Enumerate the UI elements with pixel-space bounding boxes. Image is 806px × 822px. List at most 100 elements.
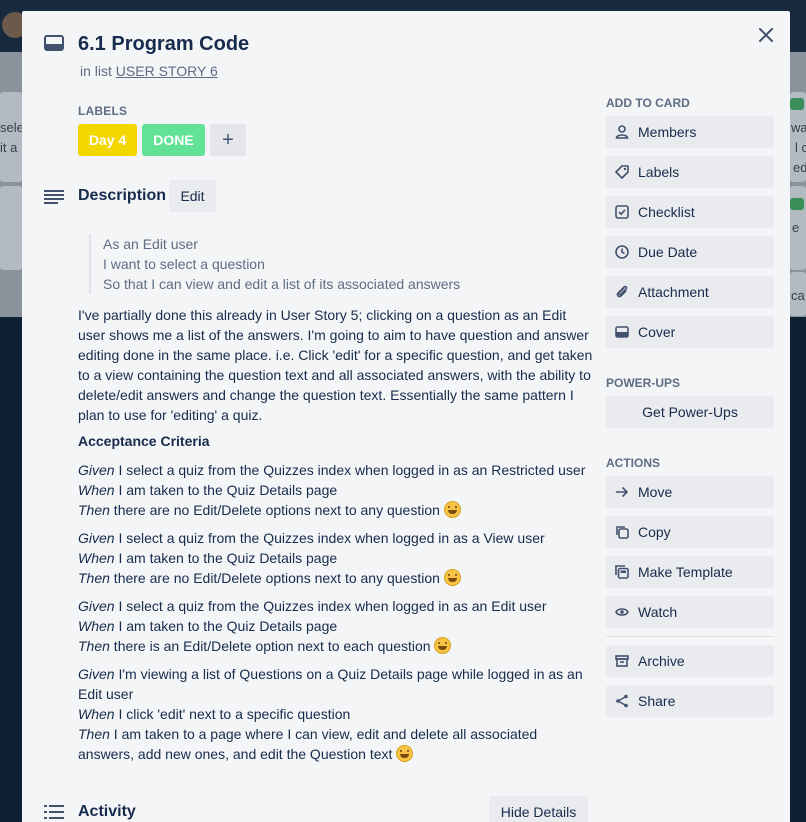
description-icon bbox=[44, 190, 64, 204]
background-text: wa bbox=[791, 120, 806, 135]
in-list-prefix: in list bbox=[80, 63, 112, 79]
when-text: I am taken to the Quiz Details page bbox=[114, 618, 338, 634]
card-icon bbox=[44, 35, 64, 51]
background-text: ca bbox=[791, 288, 805, 303]
label-day-4[interactable]: Day 4 bbox=[78, 124, 137, 156]
background-text: sele bbox=[0, 120, 24, 135]
list-reference: in list USER STORY 6 bbox=[80, 63, 218, 79]
description-heading: Description bbox=[78, 187, 167, 204]
copy-label: Copy bbox=[638, 524, 671, 540]
checklist-label: Checklist bbox=[638, 204, 695, 220]
edit-description-button[interactable]: Edit bbox=[169, 180, 216, 212]
template-icon bbox=[615, 565, 629, 579]
labels-button[interactable]: Labels bbox=[606, 156, 774, 188]
share-icon bbox=[616, 694, 628, 708]
attachment-button[interactable]: Attachment bbox=[606, 276, 774, 308]
card-title[interactable]: 6.1 Program Code bbox=[78, 33, 249, 56]
given-text: I select a quiz from the Quizzes index w… bbox=[114, 598, 547, 614]
criteria-block: Given I select a quiz from the Quizzes i… bbox=[78, 460, 594, 520]
cover-icon bbox=[615, 326, 629, 338]
close-button[interactable] bbox=[754, 23, 778, 47]
tag-icon bbox=[615, 165, 629, 179]
given-text: I select a quiz from the Quizzes index w… bbox=[114, 530, 545, 546]
background-card bbox=[0, 92, 22, 182]
move-button[interactable]: Move bbox=[606, 476, 774, 508]
activity-heading: Activity bbox=[78, 803, 136, 820]
given-text: I'm viewing a list of Questions on a Qui… bbox=[78, 666, 583, 702]
background-label bbox=[790, 98, 804, 110]
background-label bbox=[790, 198, 804, 210]
criteria-block: Given I select a quiz from the Quizzes i… bbox=[78, 596, 594, 656]
then-text: there is an Edit/Delete option next to e… bbox=[109, 638, 435, 654]
then-text: there are no Edit/Delete options next to… bbox=[109, 570, 444, 586]
grinning-emoji-icon bbox=[443, 501, 461, 518]
then-keyword: Then bbox=[78, 502, 110, 518]
when-text: I am taken to the Quiz Details page bbox=[114, 482, 338, 498]
checklist-icon bbox=[615, 205, 629, 219]
archive-label: Archive bbox=[638, 653, 685, 669]
cover-label: Cover bbox=[638, 324, 676, 340]
background-text: l c bbox=[795, 140, 806, 155]
copy-button[interactable]: Copy bbox=[606, 516, 774, 548]
activity-icon bbox=[44, 805, 64, 819]
due-date-label: Due Date bbox=[638, 244, 698, 260]
labels-heading: LABELS bbox=[78, 104, 128, 118]
arrow-right-icon bbox=[615, 487, 628, 497]
attachment-label: Attachment bbox=[638, 284, 709, 300]
then-keyword: Then bbox=[78, 570, 110, 586]
quote-line: I want to select a question bbox=[103, 256, 265, 272]
grinning-emoji-icon bbox=[396, 745, 414, 762]
label-done[interactable]: DONE bbox=[142, 124, 205, 156]
then-keyword: Then bbox=[78, 638, 110, 654]
watch-label: Watch bbox=[638, 604, 678, 620]
person-icon bbox=[615, 125, 629, 139]
cover-button[interactable]: Cover bbox=[606, 316, 774, 348]
add-label-button[interactable]: + bbox=[210, 124, 246, 156]
background-text: it a bbox=[0, 140, 18, 155]
actions-heading: ACTIONS bbox=[606, 456, 660, 470]
members-label: Members bbox=[638, 124, 697, 140]
background-text: ed bbox=[793, 160, 806, 175]
labels-label: Labels bbox=[638, 164, 680, 180]
list-name-link[interactable]: USER STORY 6 bbox=[116, 63, 218, 79]
description-body: I've partially done this already in User… bbox=[78, 307, 593, 423]
watch-button[interactable]: Watch bbox=[606, 596, 774, 628]
checklist-button[interactable]: Checklist bbox=[606, 196, 774, 228]
then-text: there are no Edit/Delete options next to… bbox=[109, 502, 444, 518]
background-card bbox=[0, 186, 22, 270]
make-template-label: Make Template bbox=[638, 564, 733, 580]
close-icon[interactable] bbox=[759, 28, 773, 42]
archive-icon bbox=[615, 655, 629, 667]
power-ups-heading: POWER-UPS bbox=[606, 376, 681, 390]
share-button[interactable]: Share bbox=[606, 685, 774, 717]
make-template-button[interactable]: Make Template bbox=[606, 556, 774, 588]
eye-icon bbox=[615, 608, 629, 616]
given-text: I select a quiz from the Quizzes index w… bbox=[114, 462, 586, 478]
copy-icon bbox=[616, 526, 629, 539]
card-detail-modal: 6.1 Program Code in list USER STORY 6 LA… bbox=[22, 11, 790, 822]
get-power-ups-button[interactable]: Get Power-Ups bbox=[606, 396, 774, 428]
given-keyword: Given bbox=[78, 530, 115, 546]
given-keyword: Given bbox=[78, 666, 115, 682]
plus-icon[interactable]: + bbox=[222, 129, 234, 152]
then-keyword: Then bbox=[78, 726, 110, 742]
when-keyword: When bbox=[78, 618, 115, 634]
when-keyword: When bbox=[78, 482, 115, 498]
given-keyword: Given bbox=[78, 598, 115, 614]
criteria-block: Given I select a quiz from the Quizzes i… bbox=[78, 528, 594, 588]
background-text: e bbox=[792, 220, 800, 235]
archive-button[interactable]: Archive bbox=[606, 645, 774, 677]
acceptance-criteria-heading: Acceptance Criteria bbox=[78, 433, 210, 449]
quote-line: As an Edit user bbox=[103, 236, 198, 252]
share-label: Share bbox=[638, 693, 676, 709]
clock-icon bbox=[615, 245, 629, 259]
when-keyword: When bbox=[78, 550, 115, 566]
due-date-button[interactable]: Due Date bbox=[606, 236, 774, 268]
when-text: I am taken to the Quiz Details page bbox=[114, 550, 338, 566]
criteria-block: Given I'm viewing a list of Questions on… bbox=[78, 664, 594, 764]
when-text: I click 'edit' next to a specific questi… bbox=[114, 706, 351, 722]
paperclip-icon bbox=[616, 285, 628, 298]
move-label: Move bbox=[638, 484, 673, 500]
hide-details-button[interactable]: Hide Details bbox=[489, 796, 588, 822]
members-button[interactable]: Members bbox=[606, 116, 774, 148]
